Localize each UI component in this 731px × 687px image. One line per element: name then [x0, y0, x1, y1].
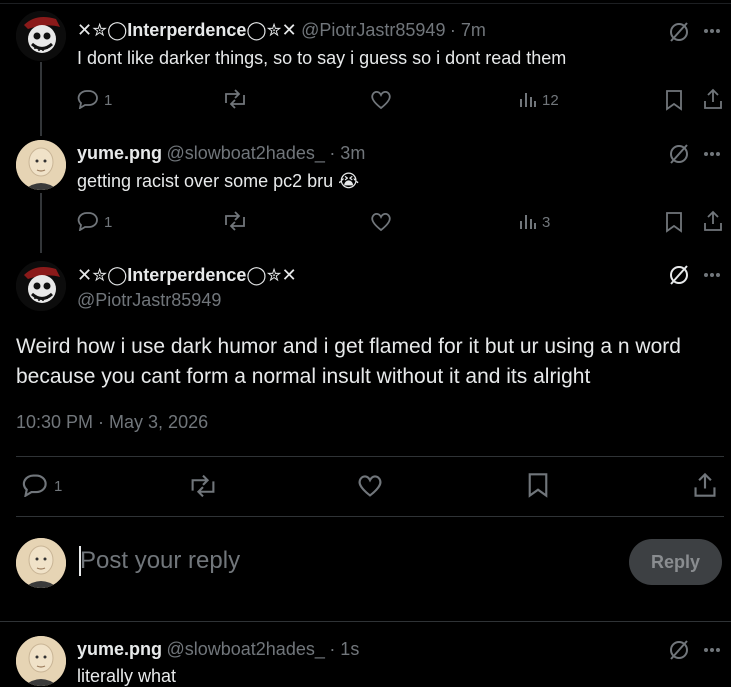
- tweet-header: ✕✮◯Interperdence◯✮✕ @PiotrJastr85949 · 7…: [77, 20, 486, 41]
- thread-line: [40, 62, 42, 136]
- user-handle[interactable]: @PiotrJastr85949: [301, 20, 445, 40]
- user-handle[interactable]: @PiotrJastr85949: [77, 290, 221, 311]
- thread-line: [40, 193, 42, 253]
- more-icon[interactable]: [703, 647, 721, 653]
- tweet-text: literally what: [77, 666, 177, 686]
- user-handle[interactable]: @slowboat2hades_: [166, 639, 324, 659]
- avatar[interactable]: [16, 140, 66, 190]
- display-name[interactable]: ✕✮◯Interperdence◯✮✕: [77, 265, 297, 286]
- views-icon[interactable]: [519, 90, 537, 108]
- like-icon[interactable]: [370, 90, 392, 110]
- tweet-time[interactable]: · 3m: [329, 143, 365, 163]
- avatar-bald-head-image: [16, 538, 66, 588]
- grok-icon[interactable]: [668, 21, 690, 43]
- views-count: 3: [542, 214, 551, 231]
- tweet-timestamp[interactable]: 10:30 PM · May 3, 2026: [16, 412, 208, 433]
- divider: [16, 516, 724, 517]
- repost-icon[interactable]: [222, 89, 248, 109]
- share-icon[interactable]: [703, 88, 723, 110]
- reply-icon[interactable]: [77, 89, 99, 109]
- display-name[interactable]: ✕✮◯Interperdence◯✮✕: [77, 20, 297, 40]
- share-icon[interactable]: [693, 472, 717, 498]
- views-count: 12: [542, 92, 559, 109]
- more-icon[interactable]: [703, 28, 721, 34]
- divider: [16, 456, 724, 457]
- display-name[interactable]: yume.png: [77, 639, 162, 659]
- grok-icon[interactable]: [668, 264, 690, 286]
- reply-button[interactable]: Reply: [629, 539, 722, 585]
- avatar[interactable]: [16, 11, 66, 61]
- reply-icon[interactable]: [22, 473, 48, 497]
- tweet-header: yume.png @slowboat2hades_ · 1s: [77, 639, 359, 660]
- divider: [0, 621, 731, 622]
- tweet-time[interactable]: · 7m: [450, 20, 486, 40]
- user-handle[interactable]: @slowboat2hades_: [166, 143, 324, 163]
- bookmark-icon[interactable]: [527, 472, 549, 498]
- reply-count: 1: [104, 92, 113, 109]
- reply-icon[interactable]: [77, 211, 99, 231]
- bookmark-icon[interactable]: [665, 211, 683, 233]
- grok-icon[interactable]: [668, 143, 690, 165]
- tweet-text: I dont like darker things, so to say i g…: [77, 48, 567, 68]
- like-icon[interactable]: [357, 474, 383, 498]
- avatar-skull-image: [16, 11, 66, 61]
- tweet-text: getting racist over some pc2 bru 😭: [77, 171, 360, 191]
- main-tweet-text: Weird how i use dark humor and i get fla…: [16, 335, 681, 388]
- share-icon[interactable]: [703, 210, 723, 232]
- repost-icon[interactable]: [222, 211, 248, 231]
- avatar[interactable]: [16, 261, 66, 311]
- more-icon[interactable]: [703, 151, 721, 157]
- avatar[interactable]: [16, 636, 66, 686]
- avatar[interactable]: [16, 538, 66, 588]
- grok-icon[interactable]: [668, 639, 690, 661]
- avatar-bald-head-image: [16, 140, 66, 190]
- views-icon[interactable]: [519, 212, 537, 230]
- avatar-bald-head-image: [16, 636, 66, 686]
- more-icon[interactable]: [703, 272, 721, 278]
- tweet-time[interactable]: · 1s: [329, 639, 359, 659]
- reply-count: 1: [54, 478, 63, 495]
- reply-input[interactable]: Post your reply: [80, 547, 240, 575]
- tweet-header: yume.png @slowboat2hades_ · 3m: [77, 143, 365, 164]
- bookmark-icon[interactable]: [665, 89, 683, 111]
- repost-icon[interactable]: [188, 474, 218, 498]
- display-name[interactable]: yume.png: [77, 143, 162, 163]
- reply-count: 1: [104, 214, 113, 231]
- top-divider: [0, 3, 731, 4]
- avatar-skull-image: [16, 261, 66, 311]
- like-icon[interactable]: [370, 212, 392, 232]
